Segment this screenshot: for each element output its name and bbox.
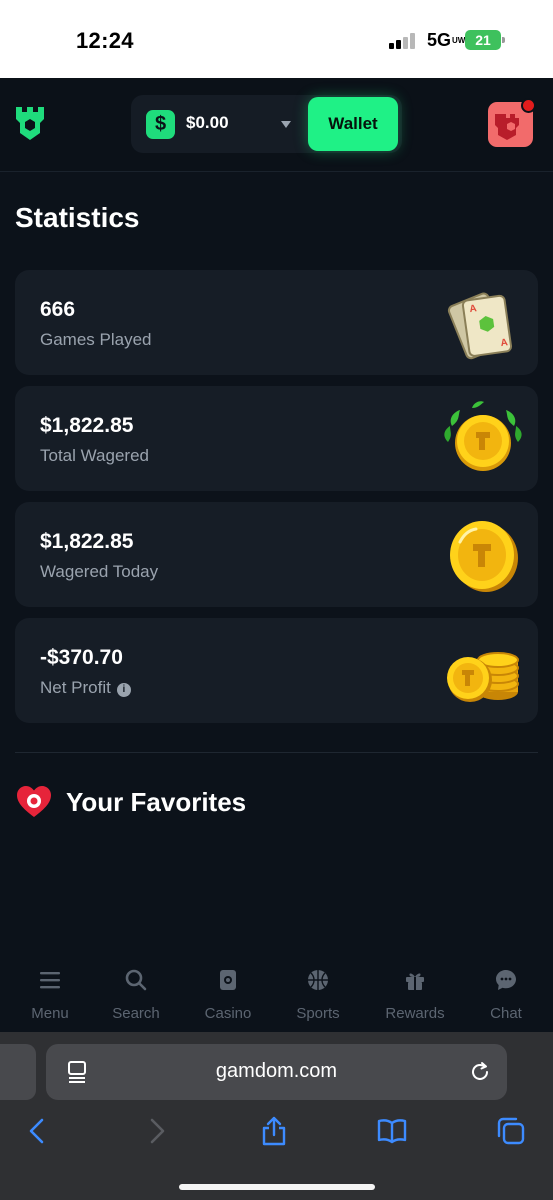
stat-card-games-played: 666 Games Played A A [15, 270, 538, 375]
url-text[interactable]: gamdom.com [46, 1060, 507, 1083]
previous-tab-preview[interactable] [0, 1044, 36, 1100]
balance-amount[interactable]: $0.00 [186, 113, 229, 133]
stat-value: $1,822.85 [40, 414, 134, 437]
info-icon[interactable]: i [116, 683, 131, 697]
search-icon [125, 969, 147, 991]
nav-item-sports[interactable]: Sports [273, 966, 363, 1026]
network-type: 5GUW [427, 30, 466, 50]
bottom-nav: Menu Search Casino Sports Rewards Chat [0, 958, 553, 1032]
stat-value: $1,822.85 [40, 530, 134, 553]
address-bar[interactable]: gamdom.com [46, 1044, 507, 1100]
stat-card-net-profit: -$370.70 Net Profit i [15, 618, 538, 723]
heart-icon [17, 786, 51, 817]
nav-label: Menu [31, 1005, 69, 1022]
laurel-coin-icon [444, 401, 522, 471]
nav-item-chat[interactable]: Chat [461, 966, 551, 1026]
statistics-title: Statistics [15, 202, 140, 233]
stat-label: Wagered Today [40, 562, 159, 581]
nav-item-menu[interactable]: Menu [5, 966, 95, 1026]
chevron-down-icon[interactable] [281, 121, 291, 128]
stat-label: Net Profit i [40, 678, 131, 698]
card-icon [220, 970, 236, 990]
app-header: $ $0.00 Wallet [0, 78, 553, 172]
status-time: 12:24 [76, 28, 134, 53]
stat-value: 666 [40, 298, 76, 321]
status-bar: 12:24 5GUW 21 [0, 0, 553, 78]
nav-label: Chat [490, 1005, 522, 1022]
stat-label: Games Played [40, 330, 152, 349]
stat-value: -$370.70 [40, 646, 123, 669]
wallet-bar: $ $0.00 Wallet [131, 95, 402, 153]
chat-bubble-icon [496, 970, 516, 990]
nav-label: Search [112, 1005, 160, 1022]
nav-label: Casino [204, 1005, 252, 1022]
share-icon[interactable] [259, 1116, 289, 1146]
home-indicator [179, 1184, 375, 1190]
browser-toolbar: gamdom.com [0, 1032, 553, 1200]
nav-item-casino[interactable]: Casino [183, 966, 273, 1026]
nav-label: Sports [296, 1005, 340, 1022]
nav-label: Rewards [385, 1005, 445, 1022]
castle-logo-icon[interactable] [14, 105, 46, 141]
back-arrow-icon[interactable] [22, 1116, 52, 1146]
hamburger-icon [40, 972, 60, 989]
svg-text:A: A [500, 337, 509, 349]
reload-icon[interactable] [468, 1060, 492, 1084]
tabs-icon[interactable] [496, 1116, 526, 1146]
battery-indicator: 21 [465, 30, 505, 50]
nav-item-search[interactable]: Search [91, 966, 181, 1026]
stat-card-wagered-today: $1,822.85 Wagered Today [15, 502, 538, 607]
basketball-icon [308, 970, 328, 990]
dollar-icon: $ [146, 110, 175, 139]
playing-cards-icon: A A [447, 292, 513, 360]
wallet-button[interactable]: Wallet [308, 97, 398, 151]
cellular-signal-icon [389, 33, 419, 49]
bookmarks-icon[interactable] [377, 1116, 407, 1146]
gold-coin-icon [450, 521, 518, 592]
coin-stack-icon [447, 652, 519, 702]
section-divider [15, 752, 538, 753]
forward-arrow-icon[interactable] [142, 1116, 172, 1146]
gift-icon [406, 973, 424, 990]
favorites-title: Your Favorites [66, 787, 247, 817]
stat-card-total-wagered: $1,822.85 Total Wagered [15, 386, 538, 491]
stat-label: Total Wagered [40, 446, 149, 465]
nav-item-rewards[interactable]: Rewards [370, 966, 460, 1026]
notification-dot [521, 98, 536, 113]
svg-text:A: A [469, 303, 478, 315]
